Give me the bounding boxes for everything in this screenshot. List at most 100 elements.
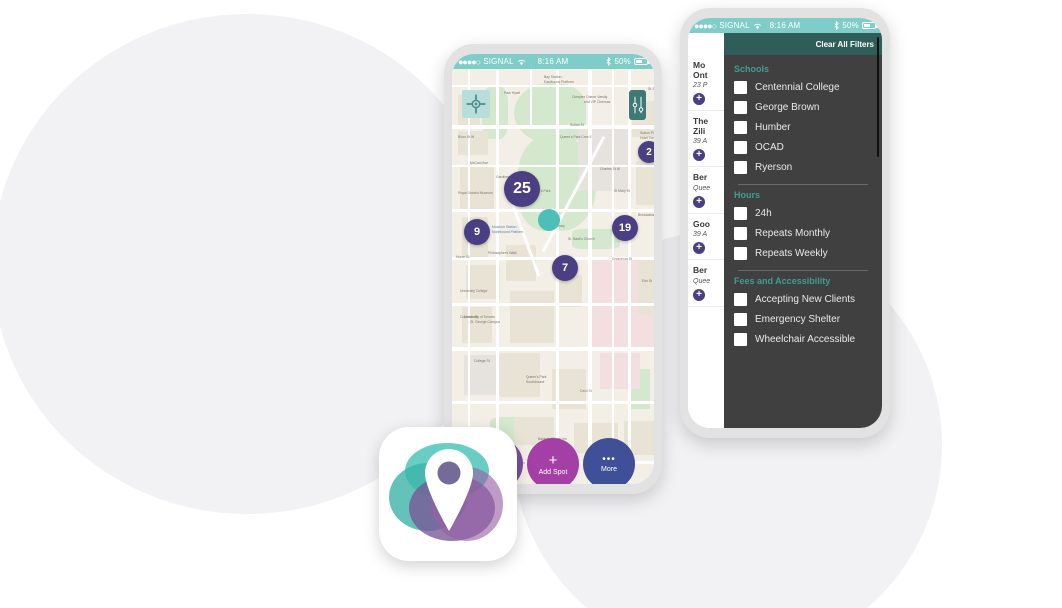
filter-option-label: Accepting New Clients <box>755 293 856 305</box>
filter-option-centennial-college[interactable]: Centennial College <box>734 77 872 97</box>
list-item-title-line1: Ber <box>693 265 708 276</box>
signal-dots-icon: ●●●●○ <box>694 20 717 31</box>
bluetooth-icon <box>834 21 840 30</box>
filter-option-label: OCAD <box>755 141 784 153</box>
map-marker[interactable]: 19 <box>612 215 638 241</box>
checkbox[interactable] <box>734 332 747 346</box>
filter-option-label: Repeats Monthly <box>755 227 831 239</box>
section-divider <box>738 270 868 271</box>
list-item-title-line1: Ber <box>693 172 708 183</box>
filter-panel-scrollbar[interactable] <box>877 37 879 157</box>
checkbox[interactable] <box>734 226 747 240</box>
checkbox[interactable] <box>734 100 747 114</box>
battery-percent: 50% <box>842 21 859 30</box>
filter-option-24h[interactable]: 24h <box>734 203 872 223</box>
filter-option-label: Centennial College <box>755 81 840 93</box>
carrier-label: SIGNAL <box>483 57 514 66</box>
list-item[interactable]: Ber Quee + <box>688 167 724 214</box>
map-pin-app-icon[interactable] <box>379 427 517 561</box>
sliders-filter-icon <box>632 96 643 114</box>
background-results-list[interactable]: Mo Ont 23 P + The Zili 39 A + Ber Quee +… <box>688 33 724 428</box>
clear-all-filters-button[interactable]: Clear All Filters <box>816 40 874 49</box>
current-location-dot <box>538 209 560 231</box>
wifi-icon <box>753 23 761 29</box>
map-phone-screen: ●●●●○ SIGNAL 8:16 AM 50% Park Hyatt Roya… <box>452 54 654 484</box>
map-filter-button[interactable] <box>629 90 646 120</box>
battery-icon <box>862 22 878 29</box>
checkbox[interactable] <box>734 292 747 306</box>
list-item-subtitle: 39 A <box>693 231 708 239</box>
add-plus-icon[interactable]: + <box>693 149 705 162</box>
filter-option-label: George Brown <box>755 101 820 113</box>
filter-option-label: Repeats Weekly <box>755 247 828 259</box>
checkbox[interactable] <box>734 246 747 260</box>
filter-status-bar: ●●●●○ SIGNAL 8:16 AM 50% <box>688 18 882 33</box>
filter-options-list[interactable]: Schools Centennial College George Brown … <box>724 55 882 428</box>
signal-dots-icon: ●●●●○ <box>458 56 481 67</box>
list-item[interactable]: Ber Quee + <box>688 260 724 307</box>
filter-header: Clear All Filters <box>724 33 882 55</box>
filter-group-title-hours: Hours <box>734 190 761 200</box>
filter-option-humber[interactable]: Humber <box>734 117 872 137</box>
crosshair-locate-icon <box>466 94 486 114</box>
filter-group-title-schools: Schools <box>734 64 770 74</box>
list-item-subtitle: 23 P <box>693 82 708 90</box>
map-pin-icon <box>425 449 473 531</box>
checkbox[interactable] <box>734 120 747 134</box>
list-item-title-line2: Zili <box>693 125 706 136</box>
battery-percent: 50% <box>614 57 631 66</box>
more-button[interactable]: ••• More <box>583 438 635 484</box>
filter-option-label: Humber <box>755 121 791 133</box>
filter-option-repeats-weekly[interactable]: Repeats Weekly <box>734 243 872 263</box>
bluetooth-icon <box>606 57 612 66</box>
filter-option-repeats-monthly[interactable]: Repeats Monthly <box>734 223 872 243</box>
checkbox[interactable] <box>734 80 747 94</box>
add-spot-button[interactable]: + Add Spot <box>527 438 579 484</box>
filter-option-wheelchair-accessible[interactable]: Wheelchair Accessible <box>734 329 872 349</box>
filter-panel: Clear All Filters Schools Centennial Col… <box>724 33 882 428</box>
filter-option-label: Wheelchair Accessible <box>755 333 856 345</box>
locate-me-button[interactable] <box>462 90 490 118</box>
checkbox[interactable] <box>734 140 747 154</box>
list-item[interactable]: The Zili 39 A + <box>688 111 724 168</box>
map-status-bar: ●●●●○ SIGNAL 8:16 AM 50% <box>452 54 654 69</box>
filter-phone: ●●●●○ SIGNAL 8:16 AM 50% Mo Ont 23 P + T… <box>680 8 890 438</box>
add-plus-icon[interactable]: + <box>693 93 705 106</box>
ellipsis-icon: ••• <box>602 454 616 465</box>
checkbox[interactable] <box>734 206 747 220</box>
add-plus-icon[interactable]: + <box>693 288 705 301</box>
checkbox[interactable] <box>734 160 747 174</box>
map-marker[interactable]: 25 <box>504 171 540 207</box>
map-canvas[interactable]: Park Hyatt Royal Ontario Museum Gardiner… <box>452 69 654 484</box>
filter-screen-body: Mo Ont 23 P + The Zili 39 A + Ber Quee +… <box>688 33 882 428</box>
list-item-subtitle: 39 A <box>693 138 708 146</box>
section-divider <box>738 184 868 185</box>
filter-option-ryerson[interactable]: Ryerson <box>734 157 872 177</box>
filter-phone-screen: ●●●●○ SIGNAL 8:16 AM 50% Mo Ont 23 P + T… <box>688 18 882 428</box>
list-item[interactable]: Mo Ont 23 P + <box>688 55 724 112</box>
filter-option-accepting-new-clients[interactable]: Accepting New Clients <box>734 289 872 309</box>
showcase-scene: ●●●●○ SIGNAL 8:16 AM 50% Park Hyatt Roya… <box>0 0 1062 608</box>
map-marker[interactable]: 7 <box>552 255 578 281</box>
filter-group-title-fees-accessibility: Fees and Accessibility <box>734 276 831 286</box>
carrier-label: SIGNAL <box>719 21 750 30</box>
map-marker[interactable]: 2 <box>638 141 654 163</box>
add-spot-button-label: Add Spot <box>538 468 568 476</box>
list-item-title-line1: Goo <box>693 218 710 229</box>
map-marker[interactable]: 9 <box>464 219 490 245</box>
filter-option-label: Emergency Shelter <box>755 313 841 325</box>
filter-option-ocad[interactable]: OCAD <box>734 137 872 157</box>
more-button-label: More <box>601 466 617 473</box>
list-item-subtitle: Quee <box>693 277 711 285</box>
filter-option-george-brown[interactable]: George Brown <box>734 97 872 117</box>
plus-icon: + <box>548 451 558 469</box>
list-item-subtitle: Quee <box>693 184 711 192</box>
filter-option-label: Ryerson <box>755 161 793 173</box>
filter-option-emergency-shelter[interactable]: Emergency Shelter <box>734 309 872 329</box>
add-plus-icon[interactable]: + <box>693 195 705 208</box>
wifi-icon <box>517 59 525 65</box>
add-plus-icon[interactable]: + <box>693 242 705 255</box>
list-item[interactable]: Goo 39 A + <box>688 214 724 261</box>
checkbox[interactable] <box>734 312 747 326</box>
list-item-title-line2: Ont <box>693 69 708 80</box>
